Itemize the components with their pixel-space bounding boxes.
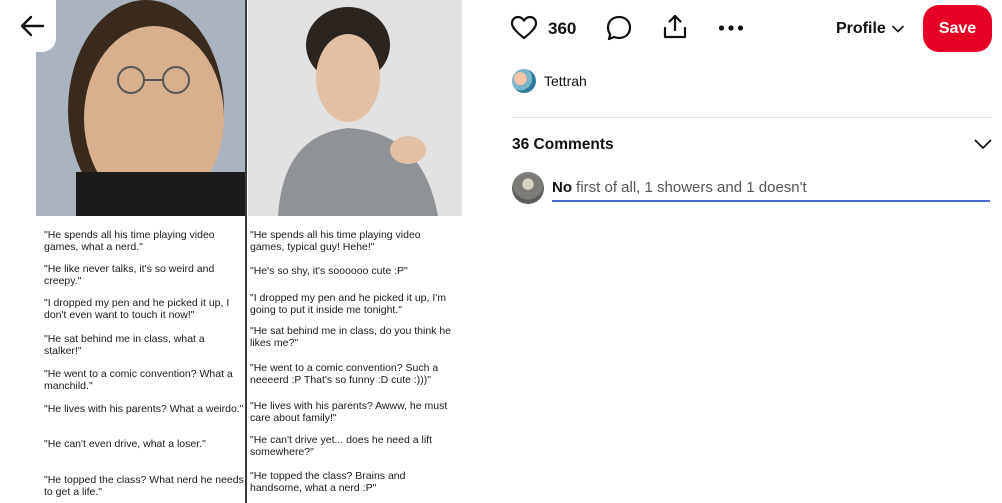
creator-avatar bbox=[512, 69, 536, 93]
caption-right-8: "He topped the class? Brains and handsom… bbox=[250, 470, 406, 494]
chevron-down-icon bbox=[974, 139, 992, 149]
caption-right-3: "I dropped my pen and he picked it up, I… bbox=[250, 292, 447, 316]
divider bbox=[512, 117, 992, 118]
caption-left-6: "He lives with his parents? What a weird… bbox=[44, 403, 244, 415]
profile-label: Profile bbox=[836, 20, 886, 37]
heart-icon bbox=[510, 15, 538, 40]
caption-right-1: "He spends all his time playing video ga… bbox=[250, 229, 421, 253]
pin-closeup: "He spends all his time playing video ga… bbox=[0, 0, 500, 503]
caption-left-5: "He went to a comic convention? What a m… bbox=[44, 368, 233, 392]
action-bar: 360 Profile Save bbox=[500, 0, 1002, 58]
caption-left-3: "I dropped my pen and he picked it up, I… bbox=[44, 297, 230, 321]
chevron-down-icon bbox=[891, 25, 904, 33]
photo-right bbox=[248, 0, 462, 216]
caption-right-5: "He went to a comic convention? Such a n… bbox=[250, 362, 439, 386]
comments-header[interactable]: 36 Comments bbox=[512, 136, 992, 156]
comment-draft-rest: first of all, 1 showers and 1 doesn't bbox=[572, 179, 807, 196]
creator-row[interactable]: Tettrah bbox=[512, 69, 587, 93]
caption-right-6: "He lives with his parents? Awww, he mus… bbox=[250, 400, 448, 424]
back-button[interactable] bbox=[8, 0, 56, 52]
more-options-button[interactable] bbox=[717, 14, 745, 42]
photo-left bbox=[36, 0, 246, 216]
image-divider bbox=[245, 0, 247, 503]
share-button[interactable] bbox=[661, 13, 689, 41]
arrow-left-icon bbox=[20, 15, 45, 37]
save-button[interactable]: Save bbox=[923, 5, 992, 52]
pin-image[interactable]: "He spends all his time playing video ga… bbox=[36, 0, 462, 503]
caption-left-2: "He like never talks, it's so weird and … bbox=[44, 263, 215, 287]
caption-left-4: "He sat behind me in class, what a stalk… bbox=[44, 333, 205, 357]
profile-dropdown[interactable]: Profile bbox=[836, 16, 904, 42]
ellipsis-icon bbox=[718, 25, 744, 31]
caption-left-7: "He can't even drive, what a loser." bbox=[44, 438, 206, 450]
share-upload-icon bbox=[663, 14, 687, 39]
comment-composer: No first of all, 1 showers and 1 doesn't bbox=[512, 172, 992, 206]
caption-right-4: "He sat behind me in class, do you think… bbox=[250, 325, 452, 349]
caption-left-8: "He topped the class? What nerd he needs… bbox=[44, 474, 244, 498]
comment-draft-bold: No bbox=[552, 179, 572, 196]
pin-details: 360 Profile Save Tettrah 36 Comments No … bbox=[500, 0, 1002, 503]
comment-bubble-icon bbox=[606, 15, 632, 41]
caption-right-7: "He can't drive yet... does he need a li… bbox=[250, 434, 433, 458]
like-count: 360 bbox=[548, 19, 577, 38]
comment-draft-text: No first of all, 1 showers and 1 doesn't bbox=[552, 179, 807, 196]
comment-button[interactable] bbox=[605, 14, 633, 42]
caption-left-1: "He spends all his time playing video ga… bbox=[44, 229, 215, 253]
creator-name: Tettrah bbox=[544, 73, 587, 89]
user-avatar bbox=[512, 172, 544, 204]
caption-right-2: "He's so shy, it's soooooo cute :P" bbox=[250, 265, 408, 277]
comments-count: 36 Comments bbox=[512, 136, 614, 153]
like-button[interactable] bbox=[510, 14, 538, 42]
